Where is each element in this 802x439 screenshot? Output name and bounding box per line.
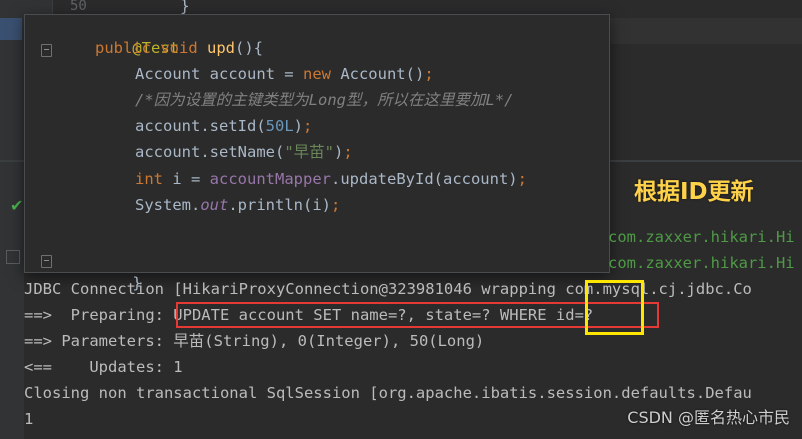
current-line-highlight xyxy=(608,18,802,44)
fold-marker-icon[interactable] xyxy=(41,44,52,57)
code-line-5: account.setId(50L); xyxy=(135,113,312,139)
log-line-hikari-1: com.zaxxer.hikari.Hi xyxy=(608,228,795,246)
code-text: int i = accountMapper.updateById(account… xyxy=(135,170,527,188)
log-line-hikari-2: com.zaxxer.hikari.Hi xyxy=(608,254,795,272)
console-line-updates: <== Updates: 1 xyxy=(24,358,183,376)
code-text: /*因为设置的主键类型为Long型，所以在这里要加L*/ xyxy=(135,91,514,109)
code-text: public void upd(){ xyxy=(95,39,264,57)
code-line-4: /*因为设置的主键类型为Long型，所以在这里要加L*/ xyxy=(135,87,514,113)
rerun-icon[interactable] xyxy=(6,250,20,264)
code-line-7: int i = accountMapper.updateById(account… xyxy=(135,166,527,192)
code-popup: @Test public void upd(){ Account account… xyxy=(24,14,610,292)
fold-marker-icon[interactable] xyxy=(41,255,52,268)
code-line-1: @Test xyxy=(95,9,179,57)
code-line-10: } xyxy=(95,244,141,292)
code-line-2: public void upd(){ xyxy=(95,35,263,61)
line-number: 50 xyxy=(70,0,87,14)
code-text: System.out.println(i); xyxy=(135,196,341,214)
id-highlight-box xyxy=(585,280,644,335)
check-icon[interactable]: ✔ xyxy=(10,196,23,215)
code-text: Account account = new Account(); xyxy=(135,65,434,83)
code-text: account.setId(50L); xyxy=(135,117,313,135)
console-line-result: 1 xyxy=(24,410,34,428)
watermark: CSDN @匿名热心市民 xyxy=(627,408,790,427)
gutter-selection-marker xyxy=(0,18,22,40)
closing-brace: } xyxy=(180,0,190,15)
console-line-parameters: ==> Parameters: 早苗(String), 0(Integer), … xyxy=(24,332,485,350)
console-line-closing: Closing non transactional SqlSession [or… xyxy=(24,384,752,402)
code-line-3: Account account = new Account(); xyxy=(135,61,434,87)
annotation-heading: 根据ID更新 xyxy=(634,179,754,205)
code-line-6: account.setName("早苗"); xyxy=(135,139,353,165)
code-text: account.setName("早苗"); xyxy=(135,143,353,161)
code-line-8: System.out.println(i); xyxy=(135,192,340,218)
